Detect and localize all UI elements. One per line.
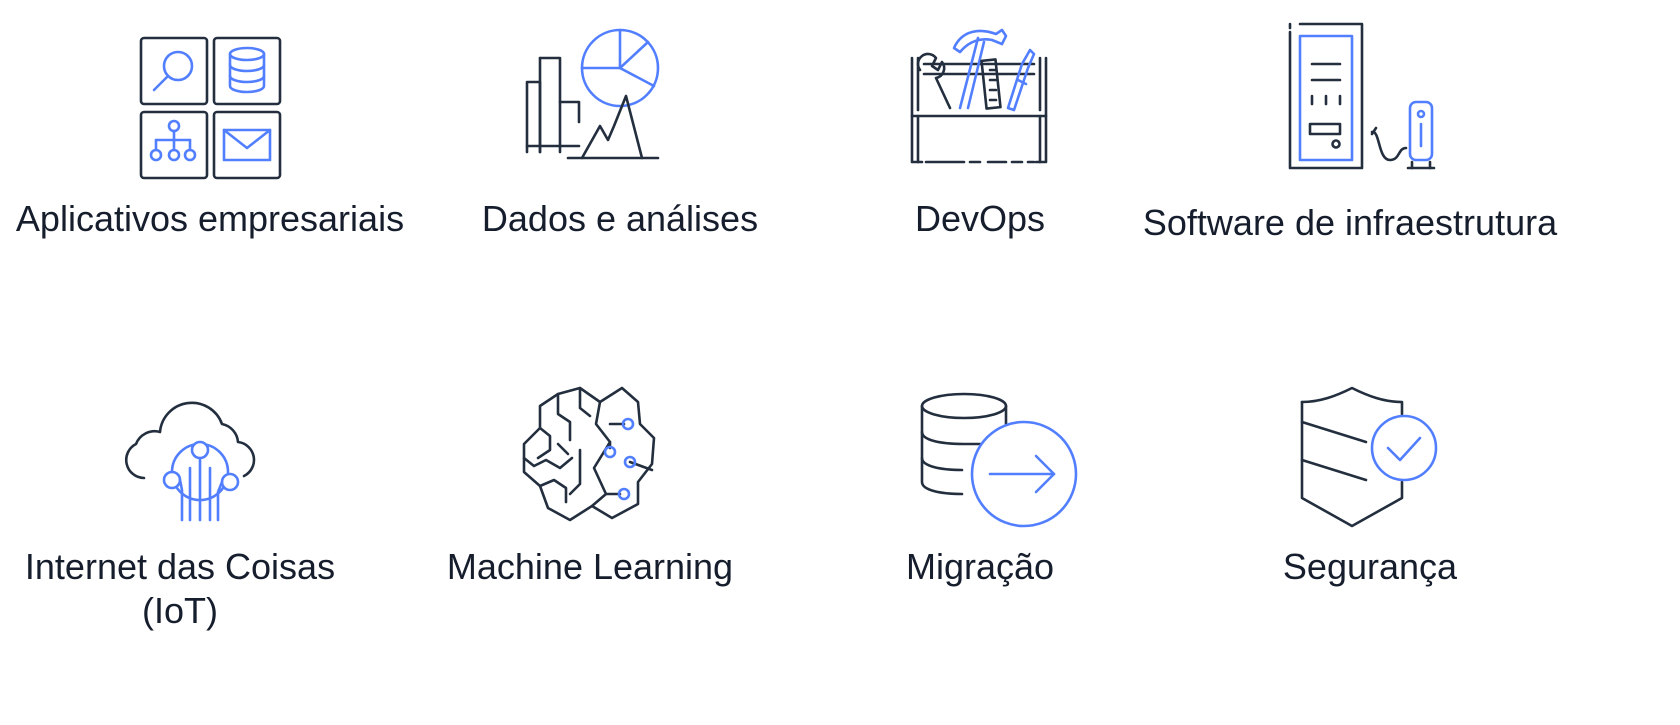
category-label: Software de infraestrutura bbox=[1142, 202, 1558, 243]
category-security[interactable]: Segurança bbox=[1240, 380, 1680, 680]
data-analytics-icon bbox=[525, 28, 660, 160]
category-label: Internet das Coisas bbox=[24, 546, 336, 587]
migration-database-arrow-icon bbox=[920, 392, 1078, 528]
devops-toolbox-icon bbox=[910, 28, 1048, 164]
category-business-apps[interactable]: Aplicativos empresariais bbox=[0, 0, 420, 300]
category-label: Segurança bbox=[1282, 546, 1458, 587]
security-shield-icon bbox=[1300, 386, 1438, 528]
category-devops[interactable]: DevOps bbox=[860, 0, 1240, 300]
category-label-line2: (IoT) bbox=[142, 590, 218, 631]
category-migration[interactable]: Migração bbox=[860, 380, 1240, 680]
machine-learning-brain-icon bbox=[522, 386, 656, 522]
category-label: DevOps bbox=[914, 198, 1046, 239]
category-label: Migração bbox=[905, 546, 1055, 587]
category-machine-learning[interactable]: Machine Learning bbox=[420, 380, 840, 680]
infrastructure-server-icon bbox=[1288, 22, 1436, 170]
business-apps-icon bbox=[139, 36, 282, 180]
category-iot[interactable]: Internet das Coisas (IoT) bbox=[0, 380, 390, 680]
category-label: Aplicativos empresariais bbox=[15, 198, 405, 239]
category-infrastructure-software[interactable]: Software de infraestrutura bbox=[1143, 0, 1680, 300]
category-data-analytics[interactable]: Dados e análises bbox=[420, 0, 820, 300]
iot-cloud-icon bbox=[124, 401, 256, 522]
category-label: Machine Learning bbox=[446, 546, 734, 587]
category-label: Dados e análises bbox=[481, 198, 759, 239]
